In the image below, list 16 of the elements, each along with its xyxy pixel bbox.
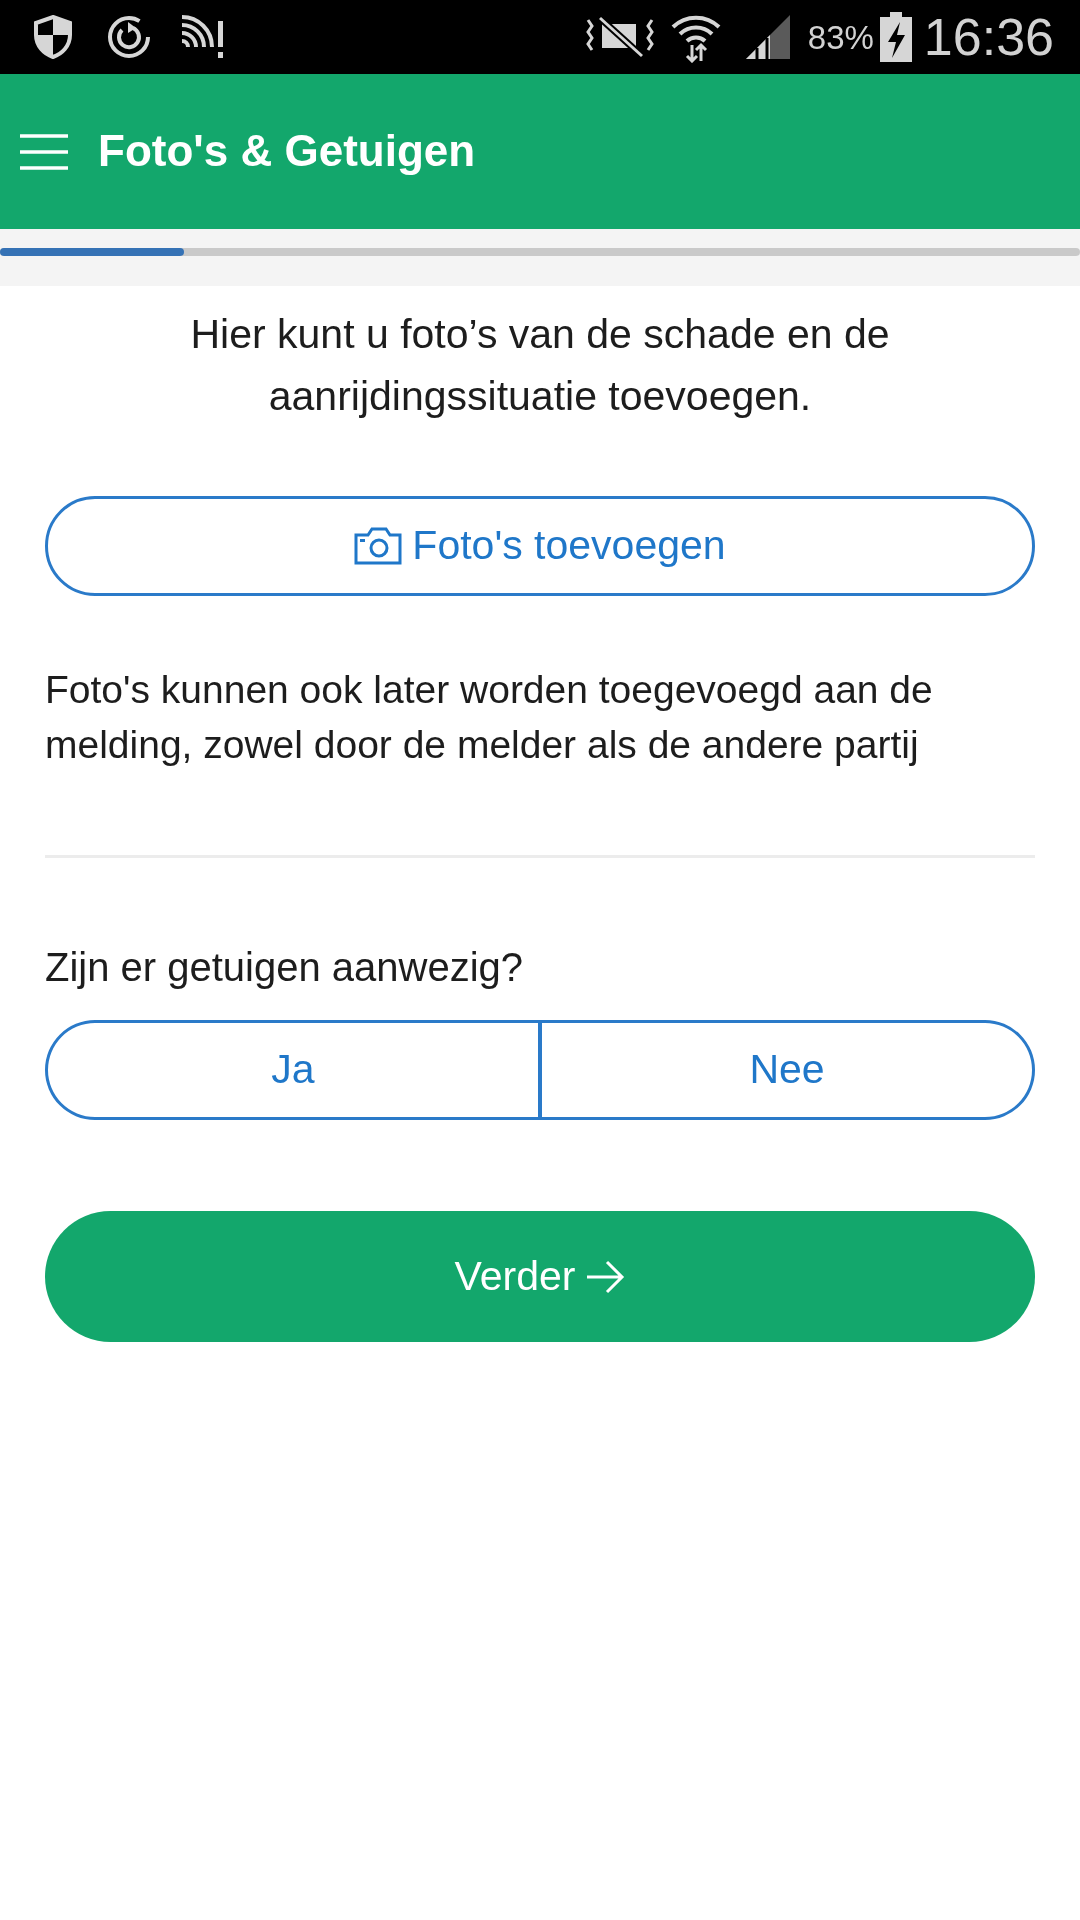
- battery-percent: 83%: [807, 20, 874, 54]
- add-photos-button[interactable]: Foto's toevoegen: [45, 496, 1035, 596]
- next-button[interactable]: Verder: [45, 1211, 1035, 1342]
- menu-icon[interactable]: [20, 133, 68, 170]
- screen-title: Foto's & Getuigen: [98, 125, 476, 178]
- intro-text: Hier kunt u foto’s van de schade en de aanrijdingssituatie toevoegen.: [189, 310, 891, 421]
- clock-time: 16:36: [923, 11, 1054, 63]
- battery-charging-icon: [879, 12, 912, 62]
- camera-icon: [354, 527, 403, 565]
- witness-question: Zijn er getuigen aanwezig?: [45, 944, 525, 991]
- photo-note-text: Foto's kunnen ook later worden toegevoegd aan de melding, zowel door de melder als de andere partij: [45, 667, 934, 768]
- witness-option[interactable]: Ja: [45, 1020, 540, 1120]
- arrow-right-icon: [585, 1258, 626, 1295]
- sync-icon: [106, 14, 152, 60]
- shield-icon: [34, 15, 72, 59]
- witness-option[interactable]: Nee: [540, 1020, 1035, 1120]
